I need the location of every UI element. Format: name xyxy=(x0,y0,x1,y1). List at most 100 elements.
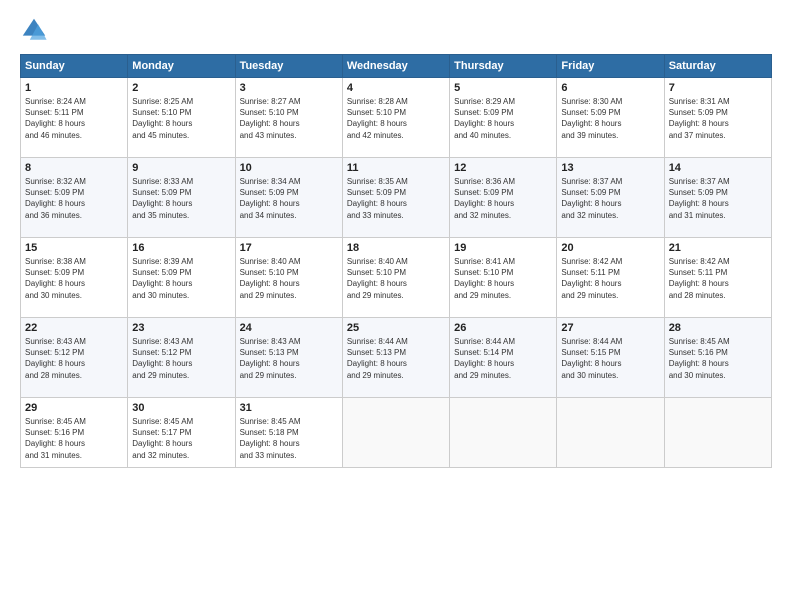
day-number: 17 xyxy=(240,242,338,254)
day-number: 5 xyxy=(454,82,552,94)
col-sunday: Sunday xyxy=(21,55,128,78)
day-number: 2 xyxy=(132,82,230,94)
day-info: Sunrise: 8:40 AM Sunset: 5:10 PM Dayligh… xyxy=(240,256,338,301)
calendar-cell: 18 Sunrise: 8:40 AM Sunset: 5:10 PM Dayli… xyxy=(342,238,449,318)
day-number: 18 xyxy=(347,242,445,254)
logo xyxy=(20,16,50,44)
day-number: 13 xyxy=(561,162,659,174)
calendar-cell: 10Sunrise: 8:34 AM Sunset: 5:09 PM Dayli… xyxy=(235,158,342,238)
day-number: 7 xyxy=(669,82,767,94)
day-number: 6 xyxy=(561,82,659,94)
day-number: 9 xyxy=(132,162,230,174)
day-info: Sunrise: 8:31 AM Sunset: 5:09 PM Dayligh… xyxy=(669,96,767,141)
day-info: Sunrise: 8:44 AM Sunset: 5:14 PM Dayligh… xyxy=(454,336,552,381)
day-info: Sunrise: 8:27 AM Sunset: 5:10 PM Dayligh… xyxy=(240,96,338,141)
day-number: 14 xyxy=(669,162,767,174)
calendar-cell: 14 Sunrise: 8:37 AM Sunset: 5:09 PM Dayli… xyxy=(664,158,771,238)
col-thursday: Thursday xyxy=(450,55,557,78)
day-number: 15 xyxy=(25,242,123,254)
day-info: Sunrise: 8:45 AM Sunset: 5:16 PM Dayligh… xyxy=(669,336,767,381)
day-info: Sunrise: 8:30 AM Sunset: 5:09 PM Dayligh… xyxy=(561,96,659,141)
day-info: Sunrise: 8:37 AM Sunset: 5:09 PM Dayligh… xyxy=(561,176,659,221)
calendar-cell: 12 Sunrise: 8:36 AM Sunset: 5:09 PM Dayli… xyxy=(450,158,557,238)
day-number: 31 xyxy=(240,402,338,414)
day-number: 8 xyxy=(25,162,123,174)
calendar-cell: 5 Sunrise: 8:29 AM Sunset: 5:09 PM Daylig… xyxy=(450,78,557,158)
calendar-cell: 21 Sunrise: 8:42 AM Sunset: 5:11 PM Dayli… xyxy=(664,238,771,318)
day-number: 26 xyxy=(454,322,552,334)
day-info: Sunrise: 8:44 AM Sunset: 5:13 PM Dayligh… xyxy=(347,336,445,381)
days-header-row: Sunday Monday Tuesday Wednesday Thursday… xyxy=(21,55,772,78)
calendar-cell: 15 Sunrise: 8:38 AM Sunset: 5:09 PM Dayli… xyxy=(21,238,128,318)
day-number: 10 xyxy=(240,162,338,174)
header xyxy=(20,16,772,44)
calendar-cell: 31 Sunrise: 8:45 AM Sunset: 5:18 PM Dayli… xyxy=(235,398,342,468)
calendar-cell: 1 Sunrise: 8:24 AM Sunset: 5:11 PM Daylig… xyxy=(21,78,128,158)
day-number: 21 xyxy=(669,242,767,254)
calendar-cell xyxy=(664,398,771,468)
day-info: Sunrise: 8:43 AM Sunset: 5:12 PM Dayligh… xyxy=(25,336,123,381)
day-number: 19 xyxy=(454,242,552,254)
calendar-cell: 6 Sunrise: 8:30 AM Sunset: 5:09 PM Daylig… xyxy=(557,78,664,158)
calendar-cell: 28 Sunrise: 8:45 AM Sunset: 5:16 PM Dayli… xyxy=(664,318,771,398)
calendar-cell: 3 Sunrise: 8:27 AM Sunset: 5:10 PM Daylig… xyxy=(235,78,342,158)
day-number: 23 xyxy=(132,322,230,334)
calendar-cell: 2 Sunrise: 8:25 AM Sunset: 5:10 PM Daylig… xyxy=(128,78,235,158)
calendar-cell: 20 Sunrise: 8:42 AM Sunset: 5:11 PM Dayli… xyxy=(557,238,664,318)
calendar-cell xyxy=(450,398,557,468)
day-number: 24 xyxy=(240,322,338,334)
day-info: Sunrise: 8:42 AM Sunset: 5:11 PM Dayligh… xyxy=(669,256,767,301)
calendar-cell: 29 Sunrise: 8:45 AM Sunset: 5:16 PM Dayli… xyxy=(21,398,128,468)
calendar-cell xyxy=(557,398,664,468)
calendar-cell: 4 Sunrise: 8:28 AM Sunset: 5:10 PM Daylig… xyxy=(342,78,449,158)
day-info: Sunrise: 8:40 AM Sunset: 5:10 PM Dayligh… xyxy=(347,256,445,301)
day-info: Sunrise: 8:37 AM Sunset: 5:09 PM Dayligh… xyxy=(669,176,767,221)
day-number: 25 xyxy=(347,322,445,334)
day-info: Sunrise: 8:29 AM Sunset: 5:09 PM Dayligh… xyxy=(454,96,552,141)
day-info: Sunrise: 8:36 AM Sunset: 5:09 PM Dayligh… xyxy=(454,176,552,221)
day-number: 30 xyxy=(132,402,230,414)
calendar-cell: 16 Sunrise: 8:39 AM Sunset: 5:09 PM Dayli… xyxy=(128,238,235,318)
day-number: 20 xyxy=(561,242,659,254)
day-info: Sunrise: 8:32 AM Sunset: 5:09 PM Dayligh… xyxy=(25,176,123,221)
calendar-cell: 24Sunrise: 8:43 AM Sunset: 5:13 PM Dayli… xyxy=(235,318,342,398)
logo-icon xyxy=(20,16,48,44)
day-info: Sunrise: 8:38 AM Sunset: 5:09 PM Dayligh… xyxy=(25,256,123,301)
day-info: Sunrise: 8:24 AM Sunset: 5:11 PM Dayligh… xyxy=(25,96,123,141)
day-number: 11 xyxy=(347,162,445,174)
day-number: 4 xyxy=(347,82,445,94)
day-info: Sunrise: 8:45 AM Sunset: 5:16 PM Dayligh… xyxy=(25,416,123,461)
day-number: 28 xyxy=(669,322,767,334)
calendar-cell: 19 Sunrise: 8:41 AM Sunset: 5:10 PM Dayli… xyxy=(450,238,557,318)
calendar-cell: 27 Sunrise: 8:44 AM Sunset: 5:15 PM Dayli… xyxy=(557,318,664,398)
calendar-cell: 7 Sunrise: 8:31 AM Sunset: 5:09 PM Daylig… xyxy=(664,78,771,158)
calendar-cell: 30 Sunrise: 8:45 AM Sunset: 5:17 PM Dayli… xyxy=(128,398,235,468)
day-number: 1 xyxy=(25,82,123,94)
day-info: Sunrise: 8:35 AM Sunset: 5:09 PM Dayligh… xyxy=(347,176,445,221)
day-info: Sunrise: 8:25 AM Sunset: 5:10 PM Dayligh… xyxy=(132,96,230,141)
calendar-cell: 8 Sunrise: 8:32 AM Sunset: 5:09 PM Daylig… xyxy=(21,158,128,238)
calendar-cell: 9Sunrise: 8:33 AM Sunset: 5:09 PM Daylig… xyxy=(128,158,235,238)
calendar-cell: 22Sunrise: 8:43 AM Sunset: 5:12 PM Dayli… xyxy=(21,318,128,398)
col-tuesday: Tuesday xyxy=(235,55,342,78)
day-info: Sunrise: 8:45 AM Sunset: 5:17 PM Dayligh… xyxy=(132,416,230,461)
calendar-cell: 11 Sunrise: 8:35 AM Sunset: 5:09 PM Dayli… xyxy=(342,158,449,238)
day-info: Sunrise: 8:39 AM Sunset: 5:09 PM Dayligh… xyxy=(132,256,230,301)
day-number: 3 xyxy=(240,82,338,94)
col-friday: Friday xyxy=(557,55,664,78)
day-info: Sunrise: 8:44 AM Sunset: 5:15 PM Dayligh… xyxy=(561,336,659,381)
calendar-cell: 26 Sunrise: 8:44 AM Sunset: 5:14 PM Dayli… xyxy=(450,318,557,398)
day-number: 29 xyxy=(25,402,123,414)
col-monday: Monday xyxy=(128,55,235,78)
calendar-cell: 13 Sunrise: 8:37 AM Sunset: 5:09 PM Dayli… xyxy=(557,158,664,238)
day-info: Sunrise: 8:42 AM Sunset: 5:11 PM Dayligh… xyxy=(561,256,659,301)
calendar-cell: 23Sunrise: 8:43 AM Sunset: 5:12 PM Dayli… xyxy=(128,318,235,398)
day-number: 27 xyxy=(561,322,659,334)
day-info: Sunrise: 8:28 AM Sunset: 5:10 PM Dayligh… xyxy=(347,96,445,141)
day-info: Sunrise: 8:41 AM Sunset: 5:10 PM Dayligh… xyxy=(454,256,552,301)
col-wednesday: Wednesday xyxy=(342,55,449,78)
day-info: Sunrise: 8:45 AM Sunset: 5:18 PM Dayligh… xyxy=(240,416,338,461)
day-number: 16 xyxy=(132,242,230,254)
calendar-cell: 17 Sunrise: 8:40 AM Sunset: 5:10 PM Dayli… xyxy=(235,238,342,318)
day-number: 12 xyxy=(454,162,552,174)
